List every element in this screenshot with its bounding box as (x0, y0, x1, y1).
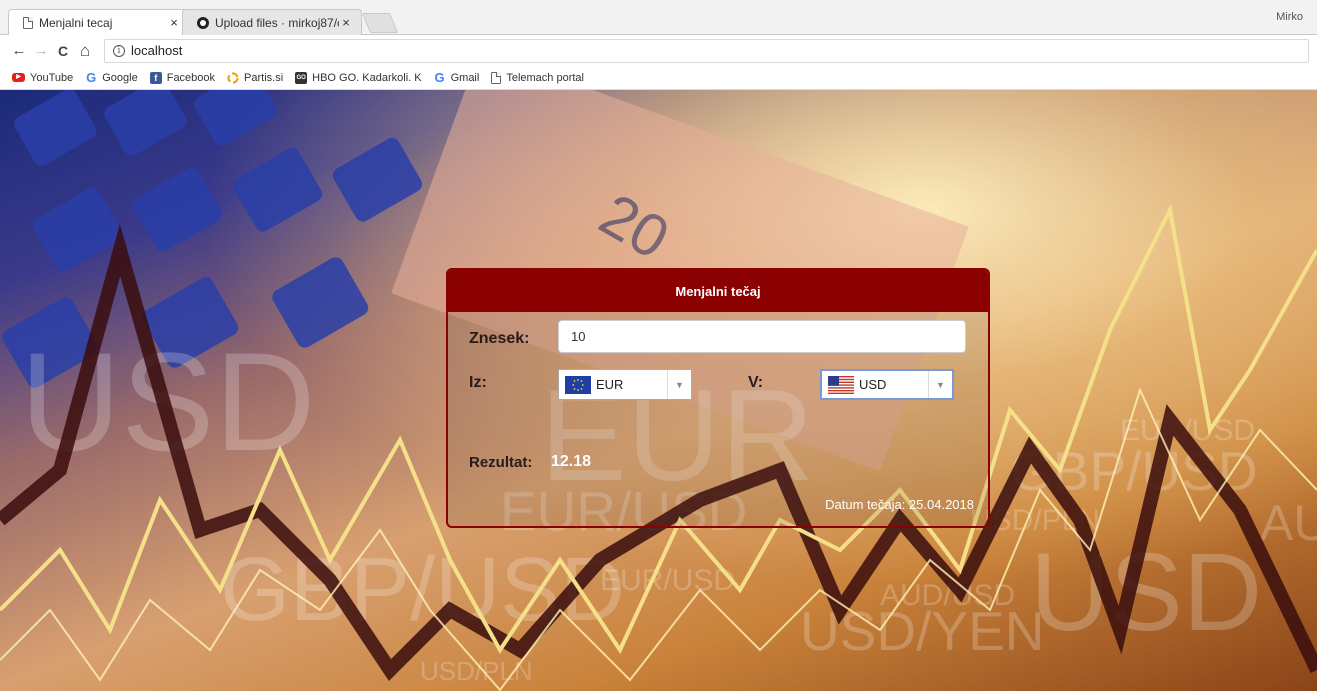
partis-icon (227, 71, 239, 84)
tab-menjalni-tecaj[interactable]: Menjalni tecaj × (8, 9, 190, 35)
from-currency-value: EUR (596, 377, 624, 392)
bookmark-label: HBO GO. Kadarkoli. K (312, 71, 422, 84)
tab-title: Upload files · mirkoj87/c (215, 15, 339, 30)
bookmark-label: Partis.si (244, 71, 284, 84)
browser-toolbar: ← → C ⌂ i localhost (0, 35, 1317, 66)
chevron-down-icon: ▼ (928, 371, 952, 398)
converter-title: Menjalni tečaj (448, 270, 988, 312)
chevron-down-icon: ▼ (667, 370, 691, 399)
close-tab-icon[interactable]: × (167, 15, 181, 30)
address-text: localhost (131, 43, 183, 58)
from-label: Iz: (469, 374, 487, 391)
svg-text:EUR/USD: EUR/USD (600, 564, 735, 597)
hbo-icon: GO (295, 71, 308, 84)
youtube-icon: ▶ (12, 73, 25, 82)
bookmark-label: Facebook (166, 71, 216, 84)
bookmark-label: YouTube (30, 71, 74, 84)
address-bar[interactable]: i localhost (104, 38, 1309, 63)
bookmark-label: Telemach portal (506, 71, 584, 84)
svg-text:AU: AU (1260, 495, 1317, 551)
svg-text:USD/PLN: USD/PLN (420, 656, 533, 686)
page-icon (23, 16, 33, 29)
bookmark-google[interactable]: G Google (85, 69, 138, 85)
bookmark-label: Google (102, 71, 138, 84)
back-icon[interactable]: ← (8, 42, 30, 59)
result-label: Rezultat: (469, 454, 533, 471)
amount-input[interactable] (558, 320, 966, 353)
bookmark-facebook[interactable]: f Facebook (149, 71, 216, 84)
result-value: 12.18 (551, 453, 592, 470)
github-icon (197, 16, 209, 29)
to-currency-value: USD (859, 377, 887, 392)
bookmark-partis[interactable]: Partis.si (227, 72, 283, 84)
home-icon[interactable]: ⌂ (74, 41, 96, 61)
to-label: V: (748, 374, 764, 391)
tab-upload-files[interactable]: Upload files · mirkoj87/c × (182, 9, 362, 35)
tab-strip: Menjalni tecaj × Upload files · mirkoj87… (0, 0, 1317, 35)
from-currency-select[interactable]: EUR ▼ (558, 369, 692, 400)
bookmark-youtube[interactable]: ▶ YouTube (12, 72, 73, 84)
bookmark-telemach[interactable]: Telemach portal (491, 71, 584, 84)
reload-icon[interactable]: C (52, 43, 74, 59)
close-tab-icon[interactable]: × (339, 15, 353, 30)
bookmarks-bar: ▶ YouTube G Google f Facebook Partis.si … (0, 66, 1317, 90)
bookmark-hbo-go[interactable]: GO HBO GO. Kadarkoli. K (295, 71, 422, 84)
forward-icon[interactable]: → (30, 42, 52, 59)
google-icon: G (434, 69, 445, 85)
bookmark-gmail[interactable]: G Gmail (434, 69, 480, 85)
rate-date: Datum tečaja: 25.04.2018 (825, 497, 974, 512)
info-icon[interactable]: i (113, 44, 125, 57)
converter-panel: Menjalni tečaj Znesek: Iz: EUR ▼ V: (446, 268, 990, 528)
page-icon (491, 71, 502, 84)
us-flag-icon (828, 375, 854, 394)
to-currency-select[interactable]: USD ▼ (820, 369, 954, 400)
eu-flag-icon (565, 375, 591, 394)
amount-label: Znesek: (469, 330, 530, 347)
google-icon: G (86, 69, 97, 85)
tab-title: Menjalni tecaj (39, 15, 113, 30)
page-viewport: 20 USD EUR GBP/USD EUR/USD GBP/USD EUR/U… (0, 90, 1317, 691)
bookmark-label: Gmail (450, 71, 480, 84)
new-tab-button[interactable] (361, 13, 399, 33)
facebook-icon: f (149, 71, 162, 84)
profile-name[interactable]: Mirko (1276, 11, 1303, 23)
